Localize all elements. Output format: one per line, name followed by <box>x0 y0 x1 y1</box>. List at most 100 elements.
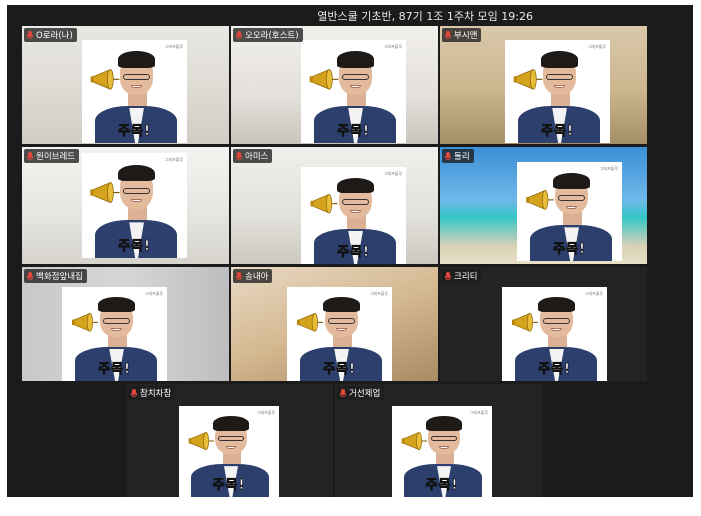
participant-tile[interactable]: 그래프블루 주목! 백화점앞내집 <box>22 267 229 381</box>
hair <box>117 51 156 68</box>
portrait-caption: 주목! <box>538 362 571 378</box>
glasses <box>122 73 151 81</box>
participant-name: 아미스 <box>245 152 269 162</box>
portrait-logo: 그래프블루 <box>164 157 183 162</box>
portrait-logo: 그래프블루 <box>383 44 402 49</box>
hair <box>336 177 375 194</box>
participant-name: 참치차참 <box>140 389 172 399</box>
participant-name: 원이브레드 <box>36 152 76 162</box>
glasses <box>545 73 574 81</box>
participant-video: 그래프블루 주목! <box>62 287 167 381</box>
hair <box>322 297 361 313</box>
mic-muted-icon <box>130 388 138 398</box>
participant-name: 백화점앞내집 <box>36 272 83 282</box>
participant-video: 그래프블루주목! <box>505 40 610 143</box>
smile <box>350 209 361 213</box>
hair <box>552 172 591 189</box>
participant-name-tag: 거선제업 <box>337 386 385 400</box>
hair <box>537 297 576 313</box>
megaphone-icon <box>310 68 339 90</box>
participant-video: 그래프블루주목! <box>301 167 406 264</box>
smile <box>439 446 449 449</box>
participant-video: 그래프블루 주목! <box>301 40 406 143</box>
participant-video: 그래프블루주목! <box>82 153 187 258</box>
participant-name-tag: 아미스 <box>233 149 273 163</box>
participant-name: 부시맨 <box>454 31 478 41</box>
participant-tile[interactable]: 그래프블루주목! 아미스 <box>231 147 438 264</box>
smile <box>226 446 236 449</box>
participant-tile[interactable]: 그래프블루 주목! 오오라(호스트) <box>231 26 438 144</box>
glasses <box>218 436 244 442</box>
megaphone-icon <box>514 68 543 90</box>
participant-video: 그래프블루주목! <box>82 40 187 143</box>
portrait-caption: 주목! <box>212 478 246 494</box>
glasses <box>327 318 356 324</box>
megaphone-icon <box>188 431 215 450</box>
participant-tile[interactable]: 그래프블루 주목! 크리티 <box>440 267 647 381</box>
glasses <box>431 436 457 442</box>
participant-name: 오오라(호스트) <box>245 31 299 41</box>
portrait-logo: 그래프블루 <box>469 410 488 415</box>
portrait-caption: 주목! <box>337 245 370 261</box>
glasses <box>102 318 131 324</box>
mic-muted-icon <box>235 30 243 40</box>
portrait-logo: 그래프블루 <box>383 171 402 176</box>
megaphone-icon <box>526 189 555 210</box>
portrait-logo: 그래프블루 <box>599 166 618 171</box>
portrait-logo: 그래프블루 <box>144 291 163 296</box>
glasses <box>341 73 370 81</box>
participant-name-tag: 크리티 <box>442 269 482 283</box>
megaphone-icon <box>401 431 428 450</box>
participant-tile[interactable]: 그래프블루주목! 참치차참 <box>126 384 333 497</box>
hair <box>117 164 156 182</box>
portrait-logo: 그래프블루 <box>587 44 606 49</box>
participant-name: 크리티 <box>454 272 478 282</box>
participant-name-tag: 백화점앞내집 <box>24 269 87 283</box>
mic-muted-icon <box>26 271 34 281</box>
participant-tile[interactable]: 그래프블루주목! 둘리 <box>440 147 647 264</box>
participant-video: 그래프블루 주목! <box>287 287 392 381</box>
portrait-caption: 주목! <box>425 478 459 494</box>
mic-muted-icon <box>235 271 243 281</box>
portrait-logo: 그래프블루 <box>164 44 183 49</box>
portrait-caption: 주목! <box>118 238 151 254</box>
hair <box>213 416 249 431</box>
megaphone-icon <box>297 313 324 333</box>
participant-name: 둘리 <box>454 152 470 162</box>
meeting-title: 열반스쿨 기초반, 87기 1조 1주차 모임 19:26 <box>317 10 533 23</box>
portrait-caption: 주목! <box>553 242 586 258</box>
participant-name-tag: 부시맨 <box>442 28 482 42</box>
participant-name-tag: O로라(나) <box>24 28 77 42</box>
glasses <box>341 199 370 205</box>
participant-name-tag: 송내아 <box>233 269 273 283</box>
megaphone-icon <box>90 182 120 204</box>
mic-muted-icon <box>444 30 452 40</box>
megaphone-icon <box>91 68 120 90</box>
mic-muted-icon <box>235 151 243 161</box>
participant-name-tag: 둘리 <box>442 149 474 163</box>
participant-tile[interactable]: 그래프블루 주목! 송내아 <box>231 267 438 381</box>
participant-tile[interactable]: 그래프블루주목! 부시맨 <box>440 26 647 144</box>
mic-muted-icon <box>26 151 34 161</box>
portrait-caption: 주목! <box>541 123 574 140</box>
glasses <box>542 318 571 324</box>
portrait-logo: 그래프블루 <box>369 291 388 296</box>
megaphone-icon <box>310 194 338 214</box>
participant-video: 그래프블루주목! <box>179 406 279 497</box>
participant-tile[interactable]: 그래프블루주목! O로라(나) <box>22 26 229 144</box>
hair <box>97 297 136 313</box>
portrait-caption: 주목! <box>118 123 151 140</box>
meeting-window: 열반스쿨 기초반, 87기 1조 1주차 모임 19:26 그래프블루 주목! O로… <box>7 5 693 497</box>
title-bar: 열반스쿨 기초반, 87기 1조 1주차 모임 19:26 <box>7 5 693 25</box>
participant-tile[interactable]: 그래프블루주목! 원이브레드 <box>22 147 229 264</box>
mic-muted-icon <box>339 388 347 398</box>
participant-tile[interactable]: 그래프블루주목! 거선제업 <box>335 384 542 497</box>
portrait-logo: 그래프블루 <box>256 410 275 415</box>
megaphone-icon <box>72 313 99 333</box>
participant-name-tag: 참치차참 <box>128 386 176 400</box>
participant-name: 거선제업 <box>349 389 381 399</box>
hair <box>336 51 375 68</box>
smile <box>566 205 577 209</box>
participant-name: O로라(나) <box>36 31 73 41</box>
glasses <box>557 194 586 201</box>
